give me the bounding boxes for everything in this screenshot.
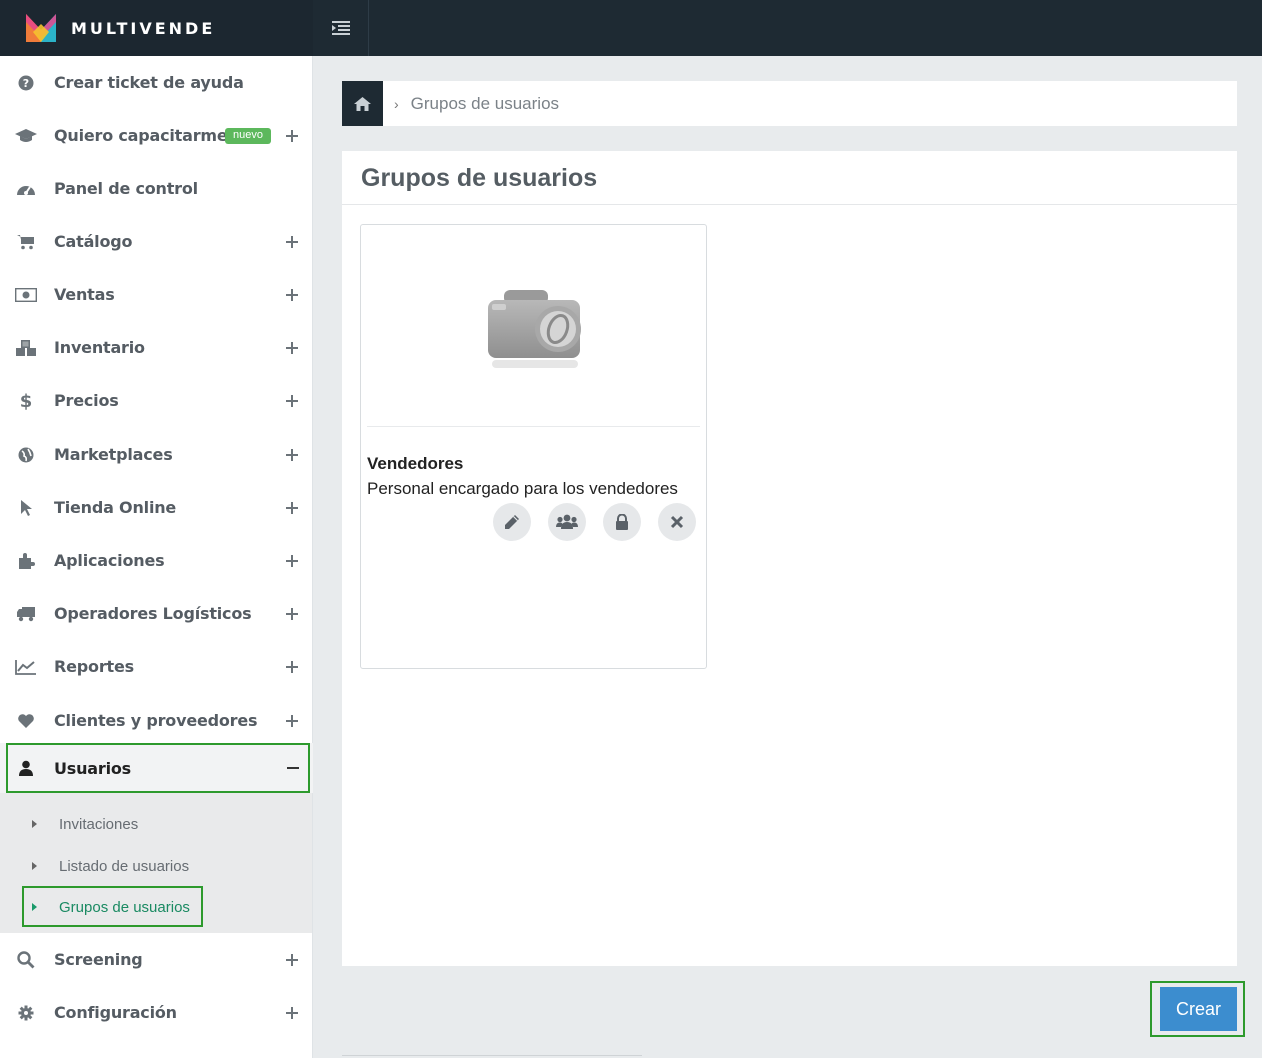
group-card: Vendedores Personal encargado para los v… [360,224,707,669]
expand-plus-icon[interactable] [285,714,299,728]
expand-plus-icon[interactable] [285,607,299,621]
breadcrumb: › Grupos de usuarios [342,81,1237,126]
sidebar-item-capacitarme[interactable]: Quiero capacitarme nuevo [0,109,313,162]
delete-group-button[interactable] [658,503,696,541]
chevron-right-icon: › [394,95,399,112]
brand-name: MULTIVENDE [71,18,216,38]
sidebar-item-operadores-logisticos[interactable]: Operadores Logísticos [0,587,313,640]
sidebar-item-marketplaces[interactable]: Marketplaces [0,428,313,481]
page-title: Grupos de usuarios [361,164,598,192]
expand-plus-icon[interactable] [285,129,299,143]
gear-icon [14,1001,38,1025]
expand-plus-icon[interactable] [285,394,299,408]
main-panel: Grupos de usuarios Vendedores Personal e… [342,151,1237,966]
search-icon [14,948,38,972]
sidebar-item-inventario[interactable]: Inventario [0,321,313,374]
question-circle-icon: ? [14,71,38,95]
expand-plus-icon[interactable] [285,554,299,568]
submenu-item-invitaciones[interactable]: Invitaciones [0,803,312,845]
globe-icon [14,443,38,467]
new-badge: nuevo [225,127,271,144]
expand-plus-icon[interactable] [285,953,299,967]
heart-icon [14,709,38,733]
create-group-button[interactable]: Crear [1160,987,1237,1031]
money-icon [14,283,38,307]
pencil-icon [505,515,519,529]
group-image-placeholder [367,231,700,427]
cubes-icon [14,336,38,360]
menu-indent-icon [331,21,350,35]
expand-plus-icon[interactable] [285,288,299,302]
lock-icon [616,514,628,530]
expand-plus-icon[interactable] [285,235,299,249]
expand-plus-icon[interactable] [285,501,299,515]
brand-logo[interactable]: MULTIVENDE [0,0,313,56]
svg-text:?: ? [23,77,29,90]
sidebar-item-configuracion[interactable]: Configuración [0,986,313,1039]
sidebar-item-panel-control[interactable]: Panel de control [0,162,313,215]
svg-text:$: $ [20,391,33,411]
sidebar-item-ventas[interactable]: Ventas [0,268,313,321]
grupos-highlight [22,886,203,927]
sidebar-item-clientes-proveedores[interactable]: Clientes y proveedores [0,694,313,747]
multivende-logo-icon [26,14,56,42]
group-actions [493,503,696,541]
breadcrumb-home-button[interactable] [342,81,383,126]
line-chart-icon [14,655,38,679]
sidebar-item-tienda-online[interactable]: Tienda Online [0,481,313,534]
sidebar-item-aplicaciones[interactable]: Aplicaciones [0,534,313,587]
puzzle-icon [14,549,38,573]
caret-right-icon [32,862,37,870]
group-name: Vendedores [367,454,464,473]
top-bar: MULTIVENDE [0,0,1262,56]
close-icon [670,515,684,529]
footer-divider [342,1055,642,1056]
usuarios-highlight [6,743,310,793]
edit-group-button[interactable] [493,503,531,541]
group-members-button[interactable] [548,503,586,541]
users-icon [556,514,578,529]
home-icon [354,96,371,111]
title-divider [342,204,1237,205]
sidebar-toggle-button[interactable] [313,0,369,56]
caret-right-icon [32,820,37,828]
sidebar-item-catalogo[interactable]: Catálogo [0,215,313,268]
group-permissions-button[interactable] [603,503,641,541]
sidebar-item-crear-ticket[interactable]: ? Crear ticket de ayuda [0,56,313,109]
breadcrumb-current: Grupos de usuarios [410,93,560,113]
expand-plus-icon[interactable] [285,448,299,462]
camera-placeholder-icon [487,289,581,368]
group-description: Personal encargado para los vendedores [367,479,678,498]
expand-plus-icon[interactable] [285,660,299,674]
pointer-icon [14,496,38,520]
dashboard-icon [14,177,38,201]
graduation-cap-icon [14,124,38,148]
sidebar-item-screening[interactable]: Screening [0,933,313,986]
expand-plus-icon[interactable] [285,341,299,355]
sidebar-item-precios[interactable]: $ Precios [0,374,313,427]
submenu-item-listado-usuarios[interactable]: Listado de usuarios [0,845,312,887]
dollar-icon: $ [14,389,38,413]
expand-plus-icon[interactable] [285,1006,299,1020]
sidebar-item-reportes[interactable]: Reportes [0,640,313,693]
shopping-cart-icon [14,230,38,254]
truck-icon [14,602,38,626]
